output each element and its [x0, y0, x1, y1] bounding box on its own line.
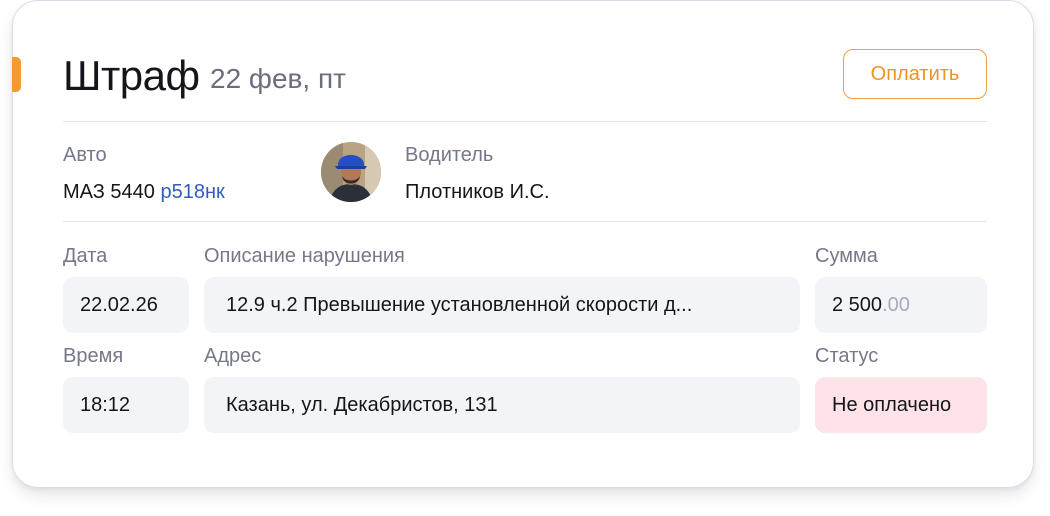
- amount-whole: 2 500: [832, 293, 883, 316]
- vehicle-label: Авто: [63, 144, 107, 166]
- status-label: Статус: [815, 345, 879, 367]
- driver-name[interactable]: Плотников И.С.: [405, 181, 550, 204]
- description-label: Описание нарушения: [204, 245, 405, 267]
- date-label: Дата: [63, 245, 108, 267]
- driver-avatar: [321, 142, 381, 202]
- amount-cents: .00: [882, 293, 910, 316]
- card-title: Штраф: [63, 52, 200, 99]
- time-label: Время: [63, 345, 124, 367]
- amount-label: Сумма: [815, 245, 878, 267]
- driver-avatar-icon: [321, 142, 381, 202]
- vehicle-model: МАЗ 5440: [63, 181, 155, 203]
- pay-button[interactable]: Оплатить: [843, 49, 987, 99]
- date-field[interactable]: 22.02.26: [63, 277, 189, 333]
- time-field[interactable]: 18:12: [63, 377, 189, 433]
- card-accent-bar: [12, 57, 21, 92]
- description-field[interactable]: 12.9 ч.2 Превышение установленной скорос…: [204, 277, 800, 333]
- driver-label: Водитель: [405, 144, 494, 166]
- info-divider: [63, 221, 987, 222]
- amount-field[interactable]: 2 500.00: [815, 277, 987, 333]
- vehicle-plate[interactable]: р518нк: [160, 181, 224, 203]
- header-divider: [63, 121, 987, 122]
- card-date: 22 фев, пт: [210, 63, 346, 94]
- vehicle-value: МАЗ 5440 р518нк: [63, 181, 225, 204]
- status-badge: Не оплачено: [815, 377, 987, 433]
- address-label: Адрес: [204, 345, 262, 367]
- address-field[interactable]: Казань, ул. Декабристов, 131: [204, 377, 800, 433]
